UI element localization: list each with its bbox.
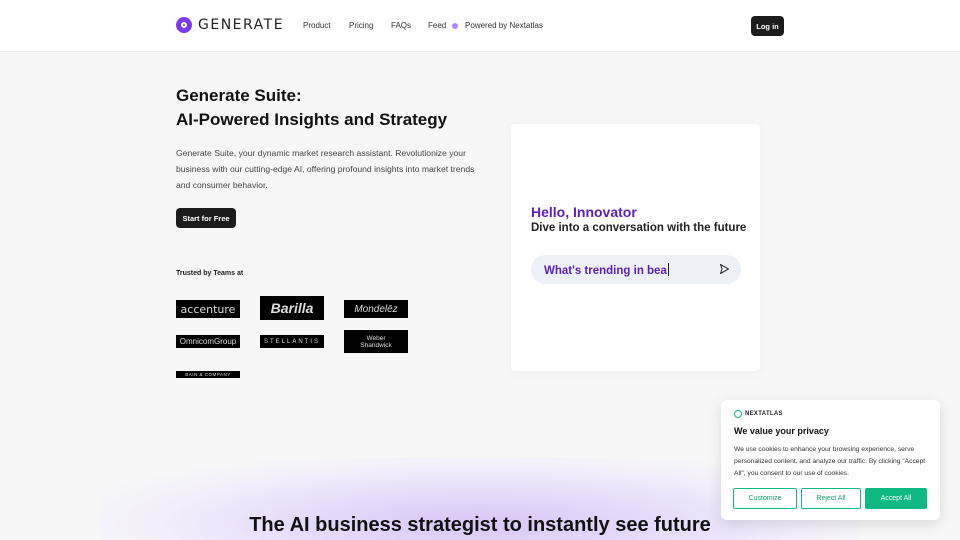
cookie-body: We use cookies to enhance your browsing … [734,446,926,477]
hero-title-line1: Generate Suite: [176,86,302,105]
brand-logo-barilla: Barilla [260,296,324,320]
chat-greeting: Hello, Innovator [531,204,637,220]
nextatlas-dot-icon [452,23,458,29]
accept-all-button[interactable]: Accept All [865,488,927,509]
cookie-title: We value your privacy [734,426,829,436]
customize-button[interactable]: Customize [733,488,797,509]
login-button[interactable]: Log in [751,16,784,36]
chat-subtitle: Dive into a conversation with the future [531,222,747,234]
top-nav-bar: GENERATE Product Pricing FAQs Feed Power… [0,0,960,52]
start-for-free-button[interactable]: Start for Free [176,208,236,228]
brand-logo-bain: BAIN & COMPANY [176,371,240,378]
send-icon[interactable] [719,263,730,275]
brand-logo-omnicom: OmnicomGroup [176,335,240,348]
hero-title-line2: AI-Powered Insights and Strategy [176,110,448,129]
nav-pricing[interactable]: Pricing [349,21,373,30]
nav-feed[interactable]: Feed [428,21,446,30]
nextatlas-logo-icon [734,410,742,418]
brand-logo-mondelez: Mondelēz [344,300,408,318]
nav-product[interactable]: Product [303,21,331,30]
brand-logo-weber-shandwick: Weber Shandwick [344,330,408,353]
brand-logo-stellantis: STELLANTIS [260,335,324,348]
brand-logo-accenture: accenture [176,300,240,318]
logo[interactable]: GENERATE [176,17,284,33]
cookie-logo: NEXTATLAS [734,410,783,418]
logo-icon [176,17,192,33]
hero-description: Generate Suite, your dynamic market rese… [176,148,475,190]
nav-powered-by[interactable]: Powered by Nextatlas [465,21,543,30]
logo-text: GENERATE [198,17,285,33]
chat-input-text: What's trending in bea [544,263,669,277]
nav-faqs[interactable]: FAQs [391,21,411,30]
chat-demo-card: Hello, Innovator Dive into a conversatio… [511,124,760,371]
cookie-consent-banner: NEXTATLAS We value your privacy We use c… [721,400,940,520]
chat-input-value: What's trending in bea [544,265,667,277]
reject-all-button[interactable]: Reject All [801,488,861,509]
cookie-logo-text: NEXTATLAS [745,411,783,417]
trusted-label: Trusted by Teams at [176,270,244,277]
text-cursor [667,263,669,276]
chat-input[interactable]: What's trending in bea [531,255,741,284]
